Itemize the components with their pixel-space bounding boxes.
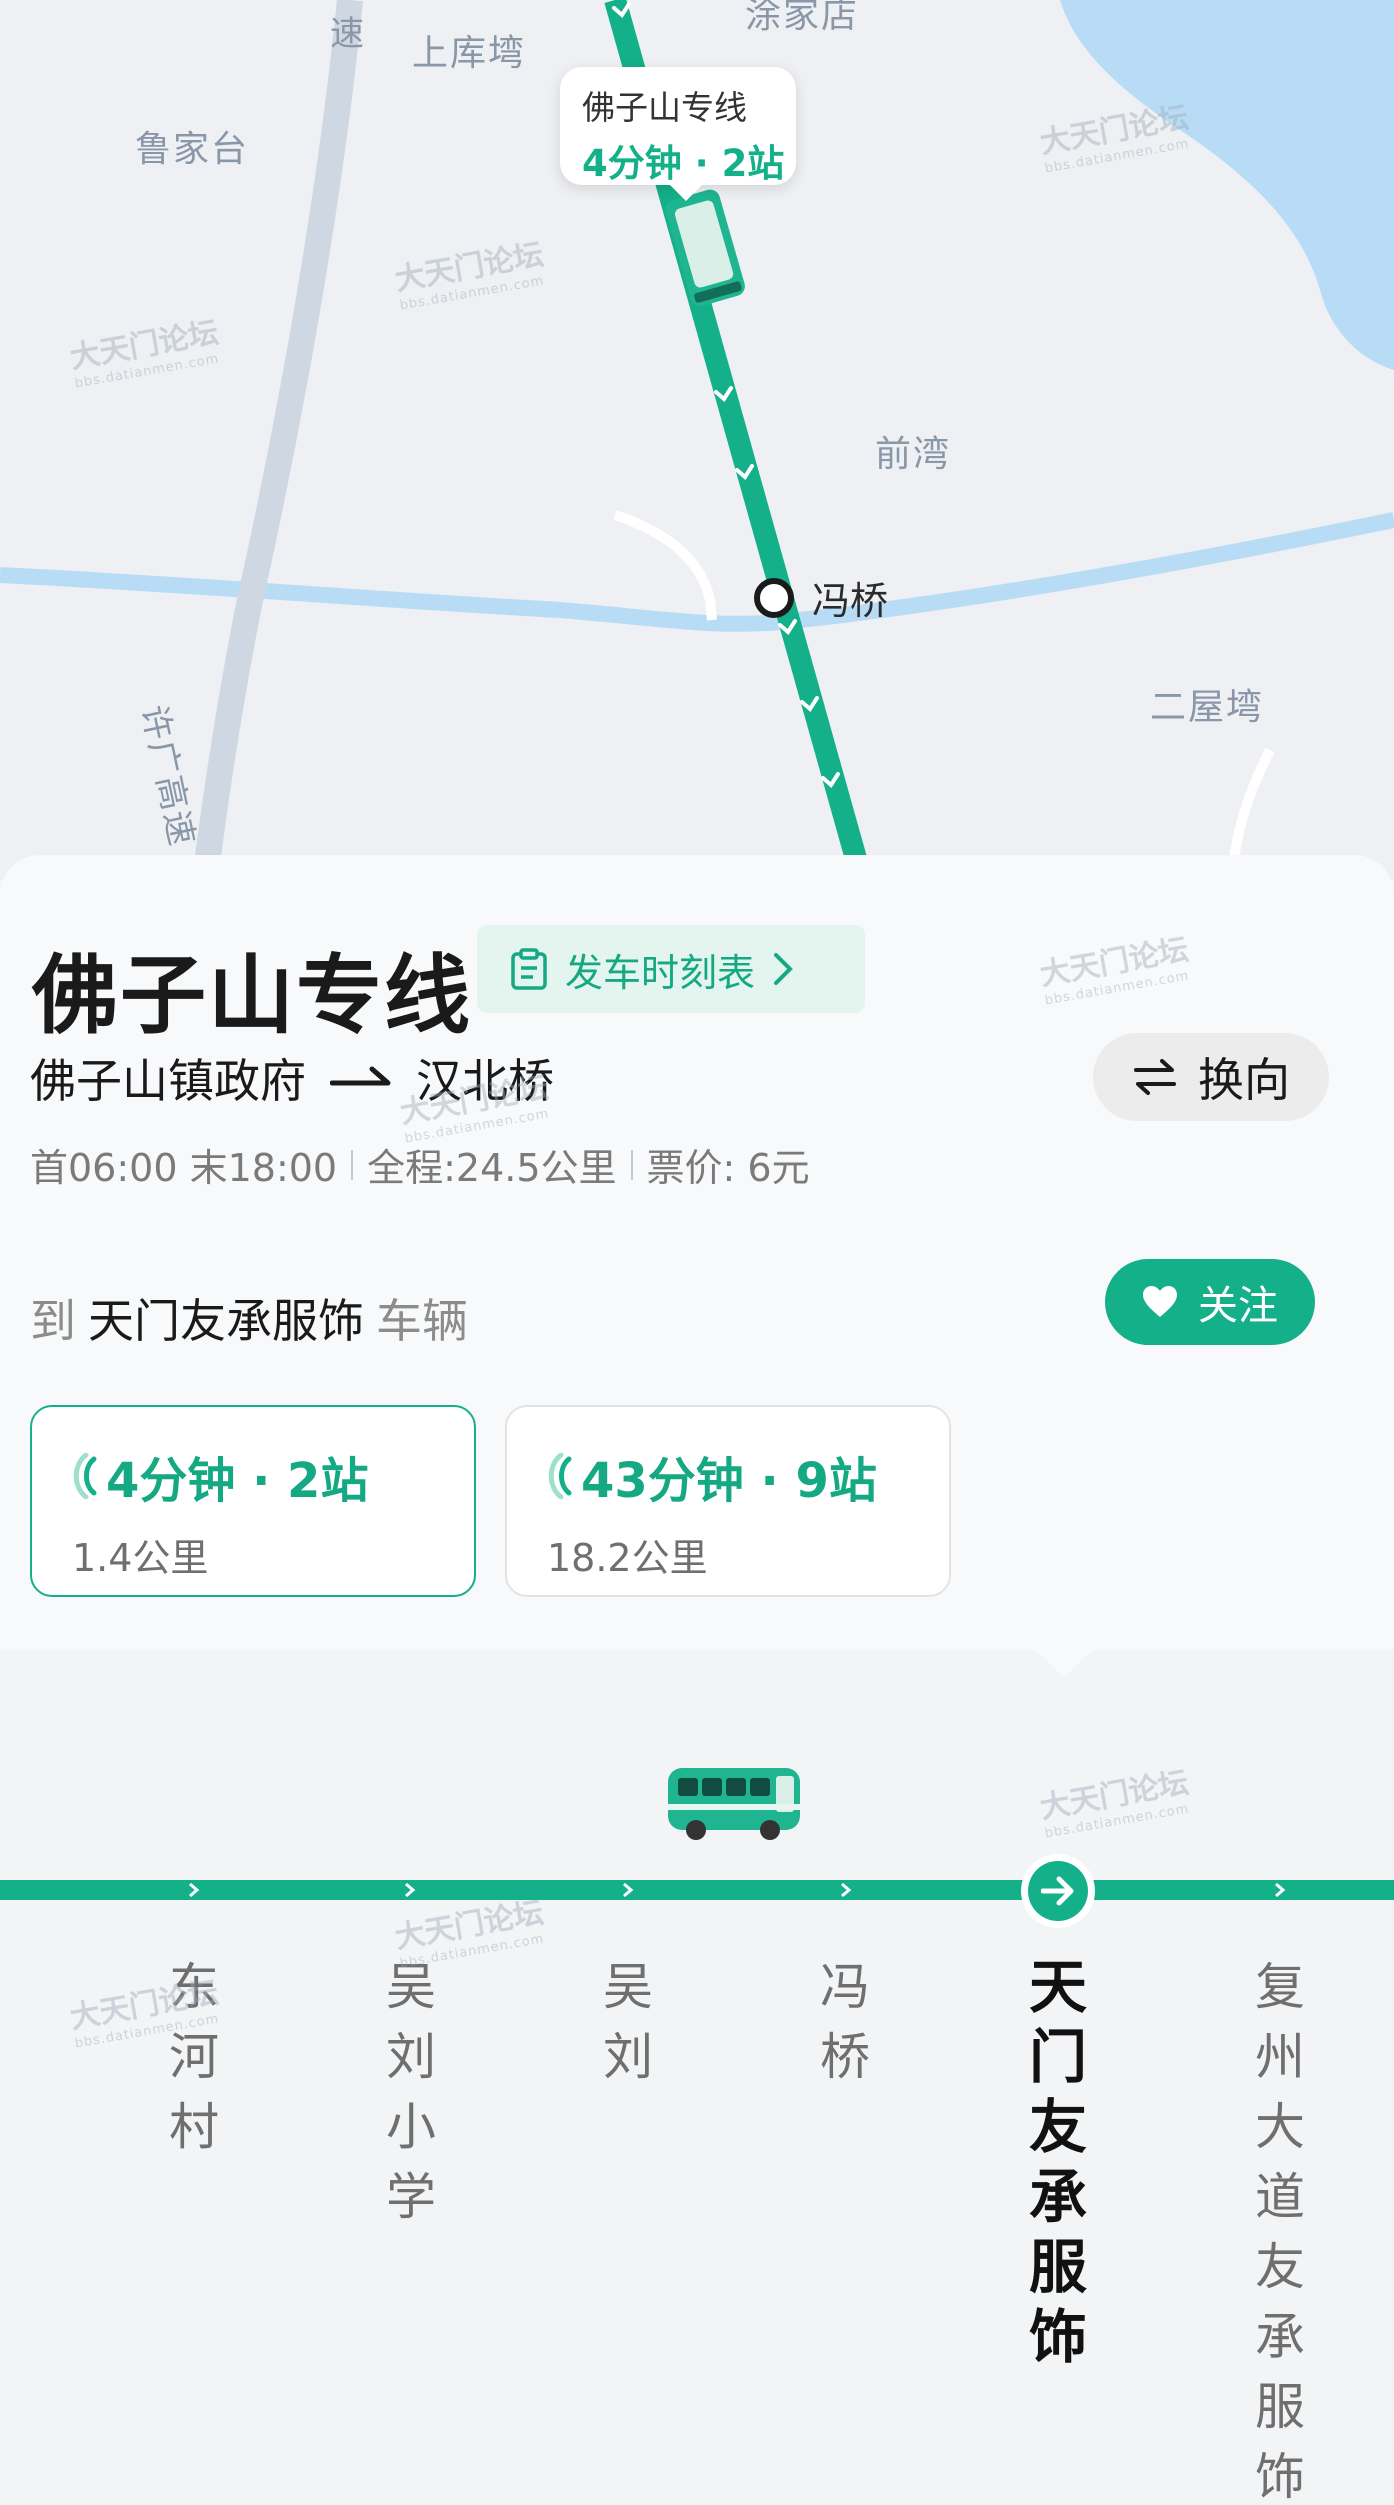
route-meta: 首06:00 末18:00 全程:24.5公里 票价: 6元 <box>30 1137 810 1192</box>
map-place-label: 二屋塆 <box>1150 687 1265 728</box>
map-place-label: 上库塆 <box>412 33 527 74</box>
origin-stop: 佛子山镇政府 <box>30 1054 306 1108</box>
bubble-eta: 4分钟 · 2站 <box>582 142 785 185</box>
station-label[interactable]: 吴刘 <box>598 1952 658 2092</box>
fare: 票价: 6元 <box>646 1146 810 1190</box>
bubble-route-name: 佛子山专线 <box>582 88 747 127</box>
divider <box>351 1149 354 1180</box>
direction-chevron-icon <box>1275 1882 1286 1898</box>
switch-direction-label: 换向 <box>1198 1053 1290 1107</box>
route-line <box>0 1880 1394 1900</box>
arrival-eta-text: 43分钟 · 9站 <box>581 1453 877 1509</box>
vehicle-label: 车辆 <box>376 1294 468 1348</box>
map-road-label: 速 <box>330 14 366 54</box>
arrival-distance: 18.2公里 <box>547 1536 708 1580</box>
realtime-signal-icon <box>548 1453 572 1499</box>
direction-chevron-icon <box>623 1882 634 1898</box>
bus-icon[interactable] <box>664 1762 804 1842</box>
station-label[interactable]: 冯桥 <box>815 1952 875 2092</box>
arrival-distance: 1.4公里 <box>72 1536 209 1580</box>
arrow-right-icon <box>1041 1876 1074 1906</box>
arrival-card[interactable]: 43分钟 · 9站 18.2公里 <box>505 1405 951 1597</box>
direction-chevron-icon <box>405 1882 416 1898</box>
watermark: 大天门论坛 bbs.datianmen.com <box>392 1895 547 1972</box>
heart-icon <box>1143 1286 1177 1317</box>
route-line-strip[interactable]: 东河村 吴刘小学 吴刘 冯桥 天门友承服饰 复州大道友承服饰 大天门论坛 bbs.… <box>0 1650 1394 2505</box>
timetable-button[interactable]: 发车时刻表 <box>477 925 865 1013</box>
timetable-label: 发车时刻表 <box>565 950 756 995</box>
clipboard-icon <box>511 948 547 990</box>
map-place-label: 涂家店 <box>745 0 860 36</box>
map-stop-label: 冯桥 <box>812 579 889 623</box>
arrival-eta: 43分钟 · 9站 <box>547 1441 949 1511</box>
map-place-label: 鲁家台 <box>135 129 250 170</box>
swap-icon <box>1134 1059 1176 1095</box>
watermark: 大天门论坛 bbs.datianmen.com <box>1037 932 1192 1009</box>
route-map[interactable]: 上库塆 鲁家台 前湾 二屋塆 许广高速 涂家店 速 大天门论坛 bbs.datia… <box>0 0 1394 880</box>
station-label[interactable]: 复州大道友承服饰 <box>1250 1952 1310 2505</box>
current-stop-marker-inner <box>1028 1861 1088 1921</box>
destination-row: 到天门友承服饰 车辆 <box>30 1285 468 1351</box>
station-label-current[interactable]: 天门友承服饰 <box>1028 1952 1088 2372</box>
route-info-sheet: 佛子山专线 发车时刻表 佛子山镇政府 汉北桥 换向 首06:00 末18:00 … <box>0 855 1394 1650</box>
route-title: 佛子山专线 <box>32 946 472 1046</box>
selection-pointer <box>1036 1650 1092 1678</box>
follow-label: 关注 <box>1198 1283 1278 1329</box>
direction-chevron-icon <box>841 1882 852 1898</box>
service-hours: 首06:00 末18:00 <box>30 1146 338 1190</box>
watermark: 大天门论坛 bbs.datianmen.com <box>1037 1765 1192 1842</box>
map-place-label: 前湾 <box>875 434 952 475</box>
station-label[interactable]: 吴刘小学 <box>381 1952 441 2232</box>
switch-direction-button[interactable]: 换向 <box>1093 1033 1329 1121</box>
destination-stop: 天门友承服饰 <box>88 1294 364 1348</box>
divider <box>630 1149 633 1180</box>
realtime-signal-icon <box>73 1453 97 1499</box>
stop-marker[interactable] <box>754 578 794 618</box>
to-label: 到 <box>30 1294 76 1348</box>
direction-chevron-icon <box>189 1882 200 1898</box>
follow-button[interactable]: 关注 <box>1105 1259 1315 1345</box>
arrival-card[interactable]: 4分钟 · 2站 1.4公里 <box>30 1405 476 1597</box>
direction-arrow-icon <box>330 1066 391 1086</box>
arrival-eta: 4分钟 · 2站 <box>72 1441 474 1511</box>
arrival-eta-text: 4分钟 · 2站 <box>106 1453 369 1509</box>
current-stop-marker[interactable] <box>1021 1854 1095 1928</box>
chevron-right-icon <box>774 953 793 985</box>
bus-eta-bubble[interactable]: 佛子山专线 4分钟 · 2站 <box>560 67 796 201</box>
route-length: 全程:24.5公里 <box>367 1146 617 1190</box>
